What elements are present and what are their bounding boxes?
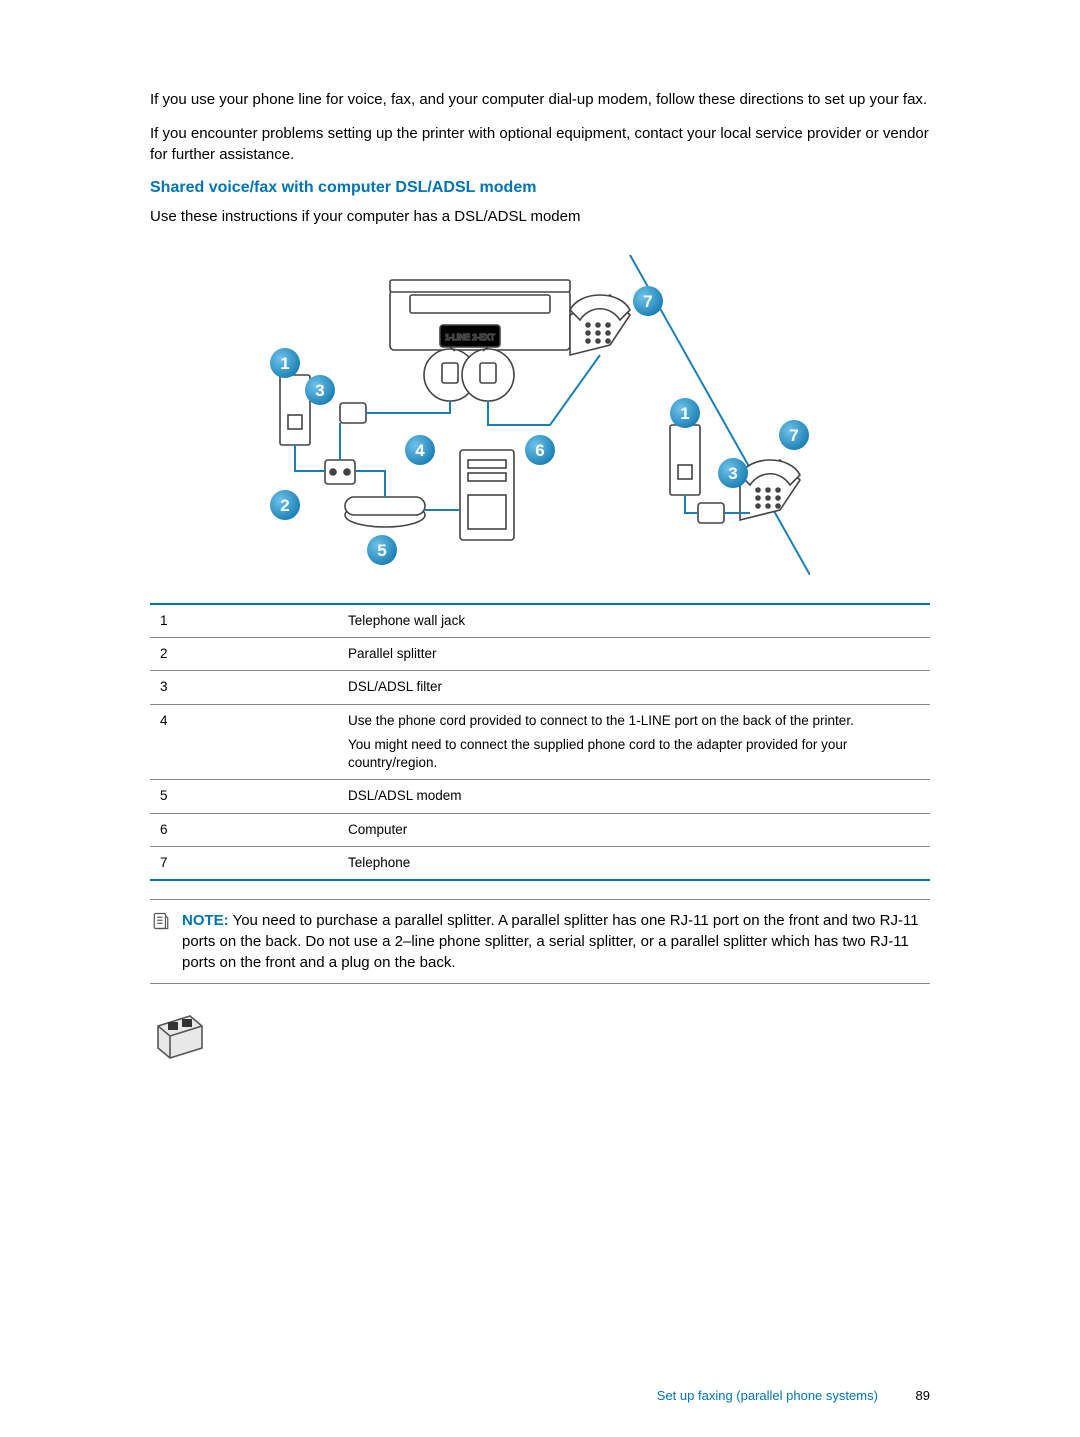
legend-desc: Use the phone cord provided to connect t… (340, 704, 930, 780)
legend-desc: Parallel splitter (340, 638, 930, 671)
note-icon (150, 910, 172, 973)
svg-text:3: 3 (315, 381, 324, 400)
legend-table: 1 Telephone wall jack 2 Parallel splitte… (150, 603, 930, 881)
footer-section-link[interactable]: Set up faxing (parallel phone systems) (657, 1388, 878, 1403)
intro-paragraph-1: If you use your phone line for voice, fa… (150, 90, 930, 110)
table-row: 1 Telephone wall jack (150, 604, 930, 638)
page-content: If you use your phone line for voice, fa… (0, 0, 1080, 1122)
svg-text:2: 2 (280, 496, 289, 515)
legend-desc: Computer (340, 813, 930, 846)
section-subtext: Use these instructions if your computer … (150, 207, 930, 227)
note-label: NOTE: (182, 912, 229, 929)
legend-num: 7 (150, 846, 340, 880)
svg-text:3: 3 (728, 464, 737, 483)
note-block: NOTE: You need to purchase a parallel sp… (150, 899, 930, 984)
legend-desc: Telephone wall jack (340, 604, 930, 638)
legend-desc: DSL/ADSL filter (340, 671, 930, 704)
legend-num: 2 (150, 638, 340, 671)
table-row: 5 DSL/ADSL modem (150, 780, 930, 813)
svg-text:7: 7 (789, 426, 798, 445)
svg-text:6: 6 (535, 441, 544, 460)
page-number: 89 (916, 1388, 930, 1403)
svg-text:4: 4 (415, 441, 425, 460)
table-row: 7 Telephone (150, 846, 930, 880)
svg-text:5: 5 (377, 541, 386, 560)
legend-num: 1 (150, 604, 340, 638)
legend-desc: Telephone (340, 846, 930, 880)
svg-text:7: 7 (643, 292, 652, 311)
page-footer: Set up faxing (parallel phone systems) 8… (657, 1388, 930, 1403)
note-body: You need to purchase a parallel splitter… (182, 912, 919, 971)
port-label: 1-LINE 2-EXT (445, 333, 495, 342)
table-row: 2 Parallel splitter (150, 638, 930, 671)
legend-desc-line1: Use the phone cord provided to connect t… (348, 712, 922, 730)
note-text: NOTE: You need to purchase a parallel sp… (182, 910, 930, 973)
legend-num: 3 (150, 671, 340, 704)
table-row: 6 Computer (150, 813, 930, 846)
connection-diagram: 1-LINE 2-EXT (150, 255, 930, 575)
svg-text:1: 1 (280, 354, 289, 373)
legend-desc-line2: You might need to connect the supplied p… (348, 736, 922, 772)
svg-text:1: 1 (680, 404, 689, 423)
legend-desc: DSL/ADSL modem (340, 780, 930, 813)
legend-num: 6 (150, 813, 340, 846)
table-row: 4 Use the phone cord provided to connect… (150, 704, 930, 780)
parallel-splitter-icon (150, 1002, 210, 1062)
legend-num: 4 (150, 704, 340, 780)
legend-num: 5 (150, 780, 340, 813)
table-row: 3 DSL/ADSL filter (150, 671, 930, 704)
section-heading: Shared voice/fax with computer DSL/ADSL … (150, 179, 930, 197)
intro-paragraph-2: If you encounter problems setting up the… (150, 124, 930, 165)
